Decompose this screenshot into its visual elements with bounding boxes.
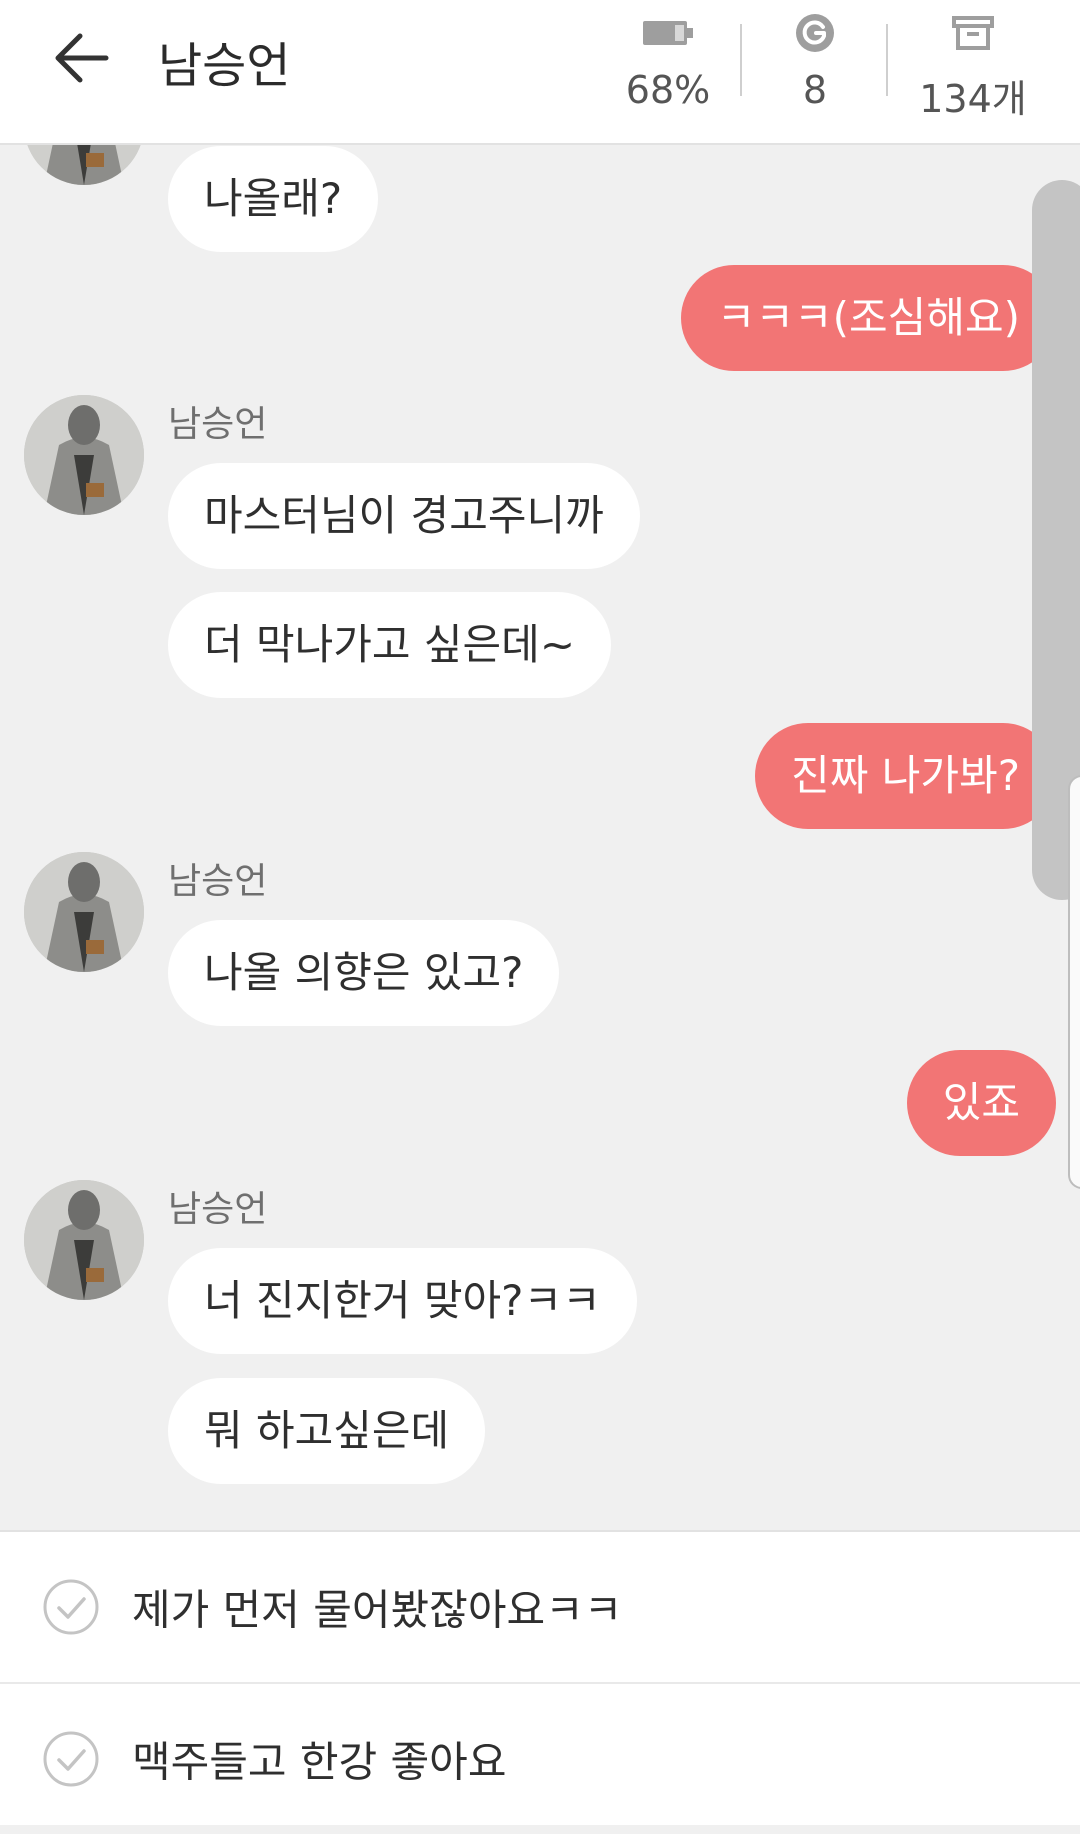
chat-title: 남승언 bbox=[158, 38, 291, 94]
message-bubble: 더 막나가고 싶은데~ bbox=[168, 592, 612, 698]
message-bubble: 뭐 하고싶은데 bbox=[168, 1378, 486, 1484]
message-bubble: 마스터님이 경고주니까 bbox=[168, 463, 640, 569]
back-button[interactable] bbox=[48, 22, 120, 94]
archive-box-icon bbox=[952, 16, 994, 50]
header-divider bbox=[886, 24, 888, 96]
battery-stat: 68% bbox=[603, 12, 733, 112]
message-bubble: 진짜 나가봐? bbox=[755, 723, 1056, 829]
avatar[interactable] bbox=[24, 852, 144, 972]
app-header: 남승언 68% 8 134개 bbox=[0, 0, 1080, 145]
gem-count: 8 bbox=[802, 68, 828, 112]
sender-name: 남승언 bbox=[168, 404, 268, 445]
message-bubble: 나올래? bbox=[168, 146, 379, 252]
header-divider bbox=[740, 24, 742, 96]
message-bubble: 나올 의향은 있고? bbox=[168, 920, 560, 1026]
suggestion-option[interactable]: 제가 먼저 물어봤잖아요ㅋㅋ bbox=[0, 1532, 1080, 1684]
chat-area[interactable]: 나올래? ㅋㅋㅋ(조심해요) 남승언 마스터님이 경고주니까 더 막나가고 싶은… bbox=[0, 145, 1080, 1530]
g-coin-icon bbox=[796, 14, 834, 52]
battery-percent: 68% bbox=[625, 68, 711, 112]
battery-icon bbox=[643, 21, 693, 45]
suggestion-text: 제가 먼저 물어봤잖아요ㅋㅋ bbox=[132, 1585, 623, 1635]
message-bubble: 있죠 bbox=[906, 1050, 1056, 1156]
arrow-left-icon bbox=[55, 33, 109, 83]
message-bubble: 너 진지한거 맞아?ㅋㅋ bbox=[168, 1248, 637, 1354]
scroll-edge-handle[interactable] bbox=[1068, 775, 1080, 1189]
avatar[interactable] bbox=[24, 145, 144, 185]
suggestion-text: 맥주들고 한강 좋아요 bbox=[132, 1737, 507, 1787]
avatar[interactable] bbox=[24, 1180, 144, 1300]
sender-name: 남승언 bbox=[168, 861, 268, 902]
sender-name: 남승언 bbox=[168, 1189, 268, 1230]
avatar[interactable] bbox=[24, 395, 144, 515]
suggestion-option[interactable]: 맥주들고 한강 좋아요 bbox=[0, 1684, 1080, 1834]
items-stat: 134개 bbox=[908, 12, 1038, 123]
check-circle-icon bbox=[43, 1731, 99, 1787]
item-count: 134개 bbox=[919, 77, 1027, 121]
reply-suggestions: 제가 먼저 물어봤잖아요ㅋㅋ 맥주들고 한강 좋아요 bbox=[0, 1530, 1080, 1825]
message-bubble: ㅋㅋㅋ(조심해요) bbox=[680, 265, 1056, 371]
check-circle-icon bbox=[43, 1579, 99, 1635]
gem-stat: 8 bbox=[750, 12, 880, 112]
